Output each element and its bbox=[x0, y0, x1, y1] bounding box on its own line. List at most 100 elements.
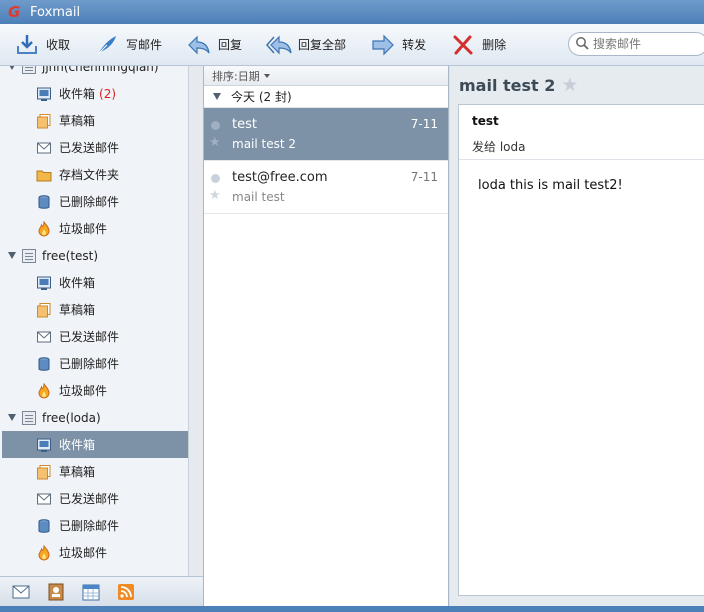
calendar-icon[interactable] bbox=[82, 583, 100, 601]
search-input[interactable] bbox=[593, 37, 703, 51]
mail-subject: mail test 2 bbox=[459, 75, 556, 95]
reply-all-arrow-icon bbox=[266, 33, 292, 57]
star-icon[interactable]: ★ bbox=[561, 74, 578, 96]
folder-item[interactable]: 收件箱 bbox=[2, 431, 188, 458]
inbox-icon bbox=[36, 86, 52, 102]
junk-icon bbox=[36, 544, 52, 561]
mail-item-date: 7-11 bbox=[410, 170, 438, 184]
search-box[interactable] bbox=[568, 32, 704, 56]
reply-all-label: 回复全部 bbox=[298, 38, 347, 52]
folder-item[interactable]: 收件箱 (2) bbox=[2, 80, 188, 107]
folder-label: 收件箱 bbox=[59, 276, 96, 290]
sent-icon bbox=[36, 491, 52, 507]
folder-label: 已删除邮件 bbox=[59, 519, 120, 533]
sort-dropdown[interactable]: 排序:日期 bbox=[204, 66, 448, 86]
star-icon[interactable]: ★ bbox=[209, 135, 221, 150]
forward-button[interactable]: 转发 bbox=[356, 28, 436, 62]
account-name: free(test) bbox=[42, 248, 99, 263]
folder-item[interactable]: 垃圾邮件 bbox=[2, 377, 188, 404]
folder-label: 垃圾邮件 bbox=[59, 384, 108, 398]
mail-title: mail test 2 ★ bbox=[459, 74, 578, 96]
collapse-triangle-icon bbox=[8, 66, 16, 70]
delete-button[interactable]: 删除 bbox=[436, 28, 516, 62]
mail-items: test 7-11 ★ mail test 2 test@free.com 7-11 ★ ma… bbox=[204, 108, 448, 214]
inbox-icon bbox=[36, 437, 52, 453]
trash-icon bbox=[36, 194, 52, 210]
account-header[interactable]: free(loda) bbox=[2, 404, 188, 431]
mail-item-subject: mail test 2 bbox=[232, 137, 297, 151]
folder-item[interactable]: 已发送邮件 bbox=[2, 134, 188, 161]
folder-label: 收件箱 bbox=[59, 87, 96, 101]
folder-item[interactable]: 收件箱 bbox=[2, 269, 188, 296]
mail-sender[interactable]: test bbox=[472, 114, 499, 128]
date-group-header[interactable]: 今天 (2 封) bbox=[204, 86, 448, 108]
title-bar: G Foxmail bbox=[0, 0, 704, 24]
mail-list-item[interactable]: test 7-11 ★ mail test 2 bbox=[204, 108, 448, 161]
folder-sidebar: jjnh(chenmingqian) 收件箱 (2) 草稿箱 已发送邮件 存档文件夹 已删除… bbox=[0, 66, 204, 606]
folder-label: 已删除邮件 bbox=[59, 195, 120, 209]
delete-label: 删除 bbox=[482, 38, 507, 52]
folder-item[interactable]: 已删除邮件 bbox=[2, 350, 188, 377]
compose-label: 写邮件 bbox=[126, 38, 163, 52]
receive-label: 收取 bbox=[46, 38, 71, 52]
folder-label: 收件箱 bbox=[59, 438, 96, 452]
folder-label: 草稿箱 bbox=[59, 114, 96, 128]
mail-view-icon[interactable] bbox=[12, 583, 30, 601]
collapse-triangle-icon bbox=[8, 414, 16, 421]
read-status-dot-icon[interactable] bbox=[211, 121, 220, 130]
mail-card: test 发给 loda loda this is mail test2! bbox=[458, 104, 704, 596]
contacts-icon[interactable] bbox=[47, 583, 65, 601]
search-icon bbox=[575, 36, 589, 53]
rss-icon[interactable] bbox=[117, 583, 135, 601]
folder-item[interactable]: 已删除邮件 bbox=[2, 188, 188, 215]
sort-label: 排序:日期 bbox=[212, 69, 260, 83]
mail-item-date: 7-11 bbox=[410, 117, 438, 131]
account-name: jjnh(chenmingqian) bbox=[42, 66, 159, 74]
toolbar: 收取 写邮件 回复 回复全部 转发 删除 bbox=[0, 24, 704, 66]
archive-folder-icon bbox=[36, 167, 52, 183]
receive-button[interactable]: 收取 bbox=[0, 28, 80, 62]
read-status-dot-icon[interactable] bbox=[211, 174, 220, 183]
junk-icon bbox=[36, 382, 52, 399]
reply-button[interactable]: 回复 bbox=[172, 28, 252, 62]
folder-label: 存档文件夹 bbox=[59, 168, 120, 182]
folder-item[interactable]: 草稿箱 bbox=[2, 458, 188, 485]
folder-label: 草稿箱 bbox=[59, 465, 96, 479]
folder-label: 垃圾邮件 bbox=[59, 222, 108, 236]
mail-body: loda this is mail test2! bbox=[478, 178, 623, 193]
drafts-icon bbox=[36, 302, 52, 318]
folder-item[interactable]: 存档文件夹 bbox=[2, 161, 188, 188]
folder-label: 已发送邮件 bbox=[59, 492, 120, 506]
reply-arrow-icon bbox=[186, 33, 212, 57]
message-list: 排序:日期 今天 (2 封) test 7-11 ★ mail test 2 test@… bbox=[204, 66, 449, 606]
window-title: Foxmail bbox=[30, 4, 81, 20]
folder-label: 已发送邮件 bbox=[59, 330, 120, 344]
folder-item[interactable]: 垃圾邮件 bbox=[2, 539, 188, 563]
folder-item[interactable]: 垃圾邮件 bbox=[2, 215, 188, 242]
delete-x-icon bbox=[450, 33, 476, 57]
forward-arrow-icon bbox=[370, 33, 396, 57]
folder-item[interactable]: 草稿箱 bbox=[2, 296, 188, 323]
compose-button[interactable]: 写邮件 bbox=[80, 28, 172, 62]
folder-label: 草稿箱 bbox=[59, 303, 96, 317]
folder-label: 已删除邮件 bbox=[59, 357, 120, 371]
folder-item[interactable]: 已发送邮件 bbox=[2, 323, 188, 350]
mail-item-sender: test@free.com bbox=[232, 170, 328, 185]
mail-list-item[interactable]: test@free.com 7-11 ★ mail test bbox=[204, 161, 448, 214]
account-header[interactable]: jjnh(chenmingqian) bbox=[2, 66, 188, 80]
sidebar-scrollbar[interactable] bbox=[188, 66, 203, 576]
folder-item[interactable]: 已删除邮件 bbox=[2, 512, 188, 539]
star-icon[interactable]: ★ bbox=[209, 188, 221, 203]
account-header[interactable]: free(test) bbox=[2, 242, 188, 269]
mail-item-sender: test bbox=[232, 117, 257, 132]
trash-icon bbox=[36, 356, 52, 372]
folder-item[interactable]: 草稿箱 bbox=[2, 107, 188, 134]
unread-count-badge: (2) bbox=[99, 86, 117, 101]
junk-icon bbox=[36, 220, 52, 237]
module-switcher bbox=[0, 576, 203, 606]
folder-tree: jjnh(chenmingqian) 收件箱 (2) 草稿箱 已发送邮件 存档文件夹 已删除… bbox=[2, 66, 188, 563]
mail-recipient: 发给 loda bbox=[472, 140, 526, 154]
folder-item[interactable]: 已发送邮件 bbox=[2, 485, 188, 512]
account-icon bbox=[22, 410, 36, 425]
reply-all-button[interactable]: 回复全部 bbox=[252, 28, 356, 62]
